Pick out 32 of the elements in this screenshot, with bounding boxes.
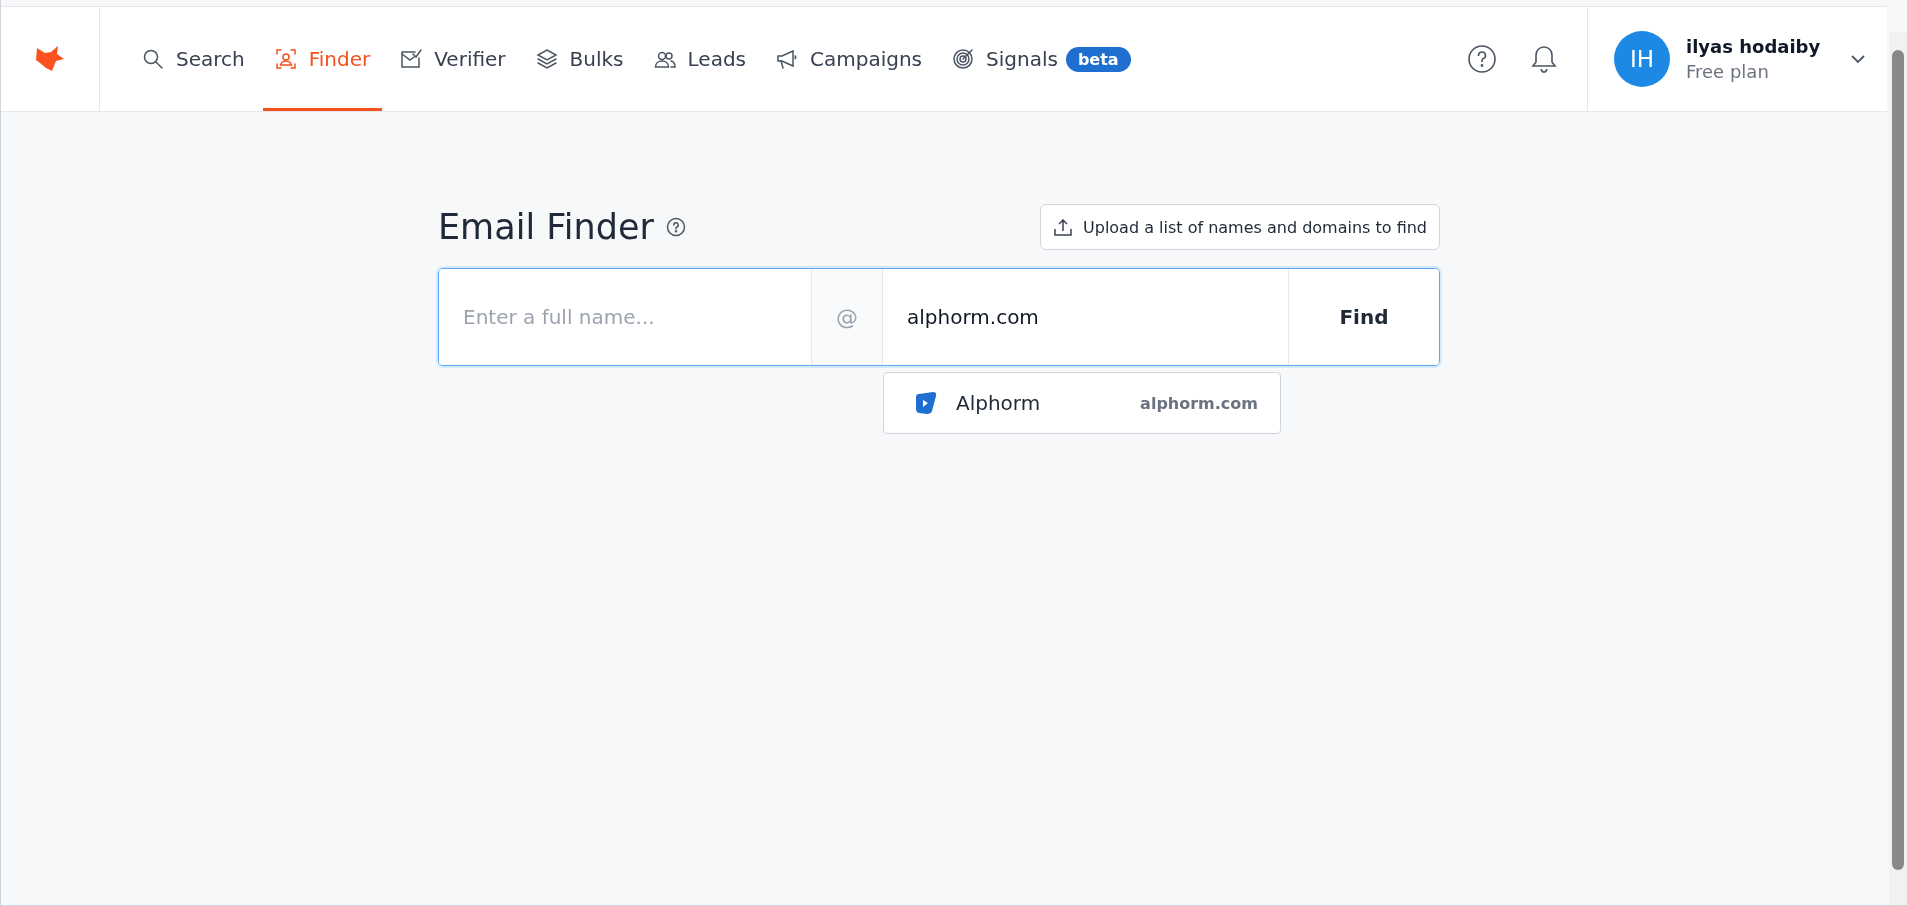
company-domain: alphorm.com [1140, 393, 1258, 413]
checked-envelope-icon [400, 48, 423, 70]
bell-icon[interactable] [1531, 44, 1557, 74]
megaphone-icon [776, 48, 798, 70]
layers-icon [535, 48, 558, 70]
company-name: Alphorm [956, 391, 1042, 415]
company-suggestion[interactable]: Alphorm alphorm.com [884, 373, 1280, 433]
domain-field[interactable]: alphorm.com [883, 269, 1289, 365]
search-icon [142, 48, 164, 70]
upload-list-button[interactable]: Upload a list of names and domains to find [1040, 204, 1440, 250]
nav-tab[interactable]: Signals beta [940, 7, 1143, 111]
help-icon[interactable] [1467, 44, 1497, 74]
nav-tab[interactable]: Bulks [523, 7, 636, 111]
scrollbar[interactable] [1889, 32, 1907, 905]
person-frame-icon [274, 48, 297, 70]
upload-icon [1053, 217, 1073, 237]
company-logo-icon [914, 391, 938, 415]
radar-icon [952, 48, 975, 70]
plan-label: Free plan [1686, 61, 1770, 82]
nav-tab[interactable]: Search [130, 7, 257, 111]
fox-logo-icon[interactable] [34, 44, 66, 74]
user-avatar[interactable]: IH [1614, 31, 1670, 87]
user-name: ilyas hodaiby [1686, 36, 1821, 57]
nav-tab[interactable]: Verifier [388, 7, 518, 111]
chevron-down-icon[interactable] [1850, 54, 1867, 64]
page-title: Email Finder [438, 207, 654, 247]
nav-tab[interactable]: Leads [641, 7, 758, 111]
beta-badge: beta [1065, 46, 1131, 72]
nav-tab[interactable]: Campaigns [764, 7, 935, 111]
find-button[interactable]: Find [1289, 269, 1439, 365]
help-icon[interactable] [665, 217, 686, 237]
full-name-field[interactable]: Enter a full name... [439, 269, 812, 365]
